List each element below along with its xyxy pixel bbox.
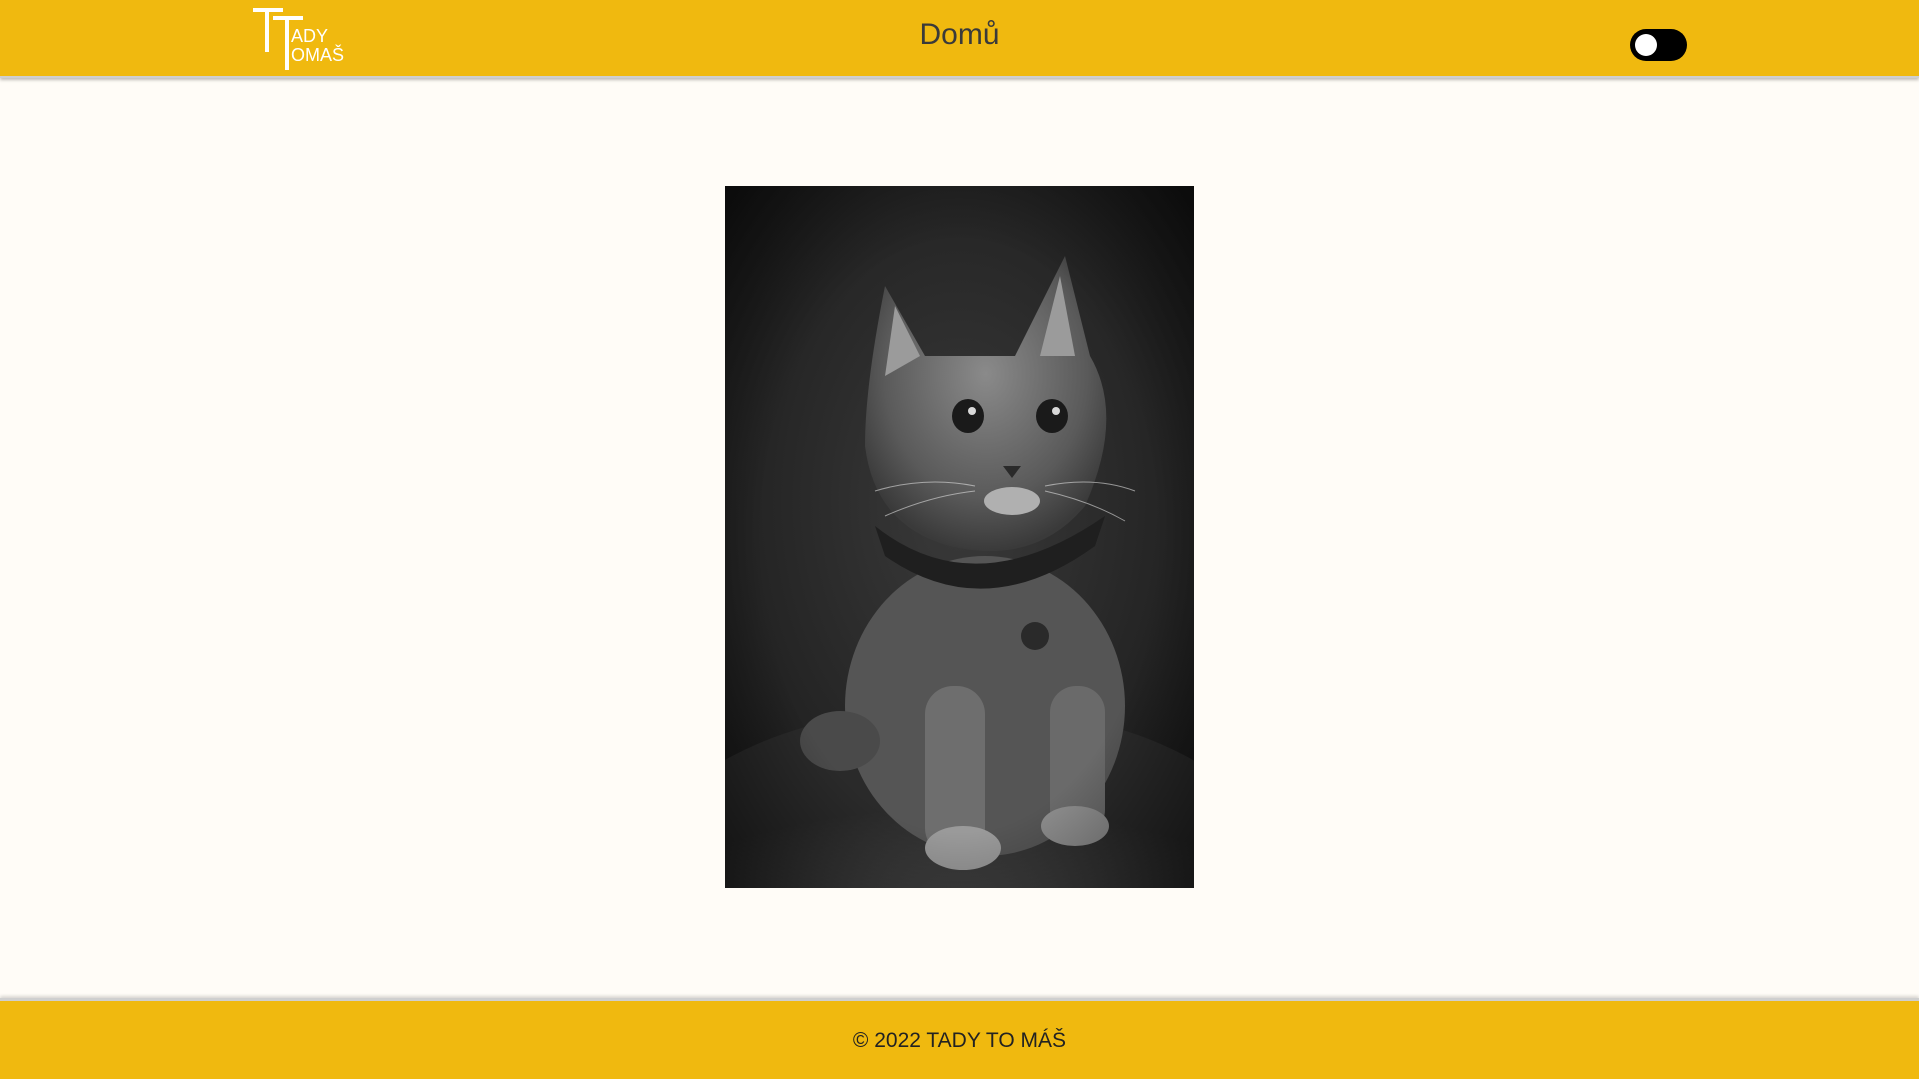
tady-tomas-logo-icon: ADY OMAŠ xyxy=(253,8,344,70)
site-header: ADY OMAŠ Domů xyxy=(0,0,1919,78)
copyright-text: © 2022 TADY TO MÁŠ xyxy=(852,1029,1067,1052)
theme-toggle[interactable] xyxy=(1630,29,1687,61)
nav-home-link[interactable]: Domů xyxy=(919,18,999,51)
logo-line1: ADY xyxy=(291,26,328,46)
toggle-knob-icon xyxy=(1635,34,1657,56)
kitten-image-icon xyxy=(725,186,1194,888)
main-content xyxy=(0,78,1919,998)
page: ADY OMAŠ Domů © 2022 TADY TO MÁŠ xyxy=(0,0,1919,1079)
site-footer: © 2022 TADY TO MÁŠ xyxy=(0,998,1919,1079)
site-logo[interactable]: ADY OMAŠ xyxy=(251,6,347,72)
logo-line2: OMAŠ xyxy=(291,44,344,65)
kitten-photo xyxy=(725,186,1194,888)
